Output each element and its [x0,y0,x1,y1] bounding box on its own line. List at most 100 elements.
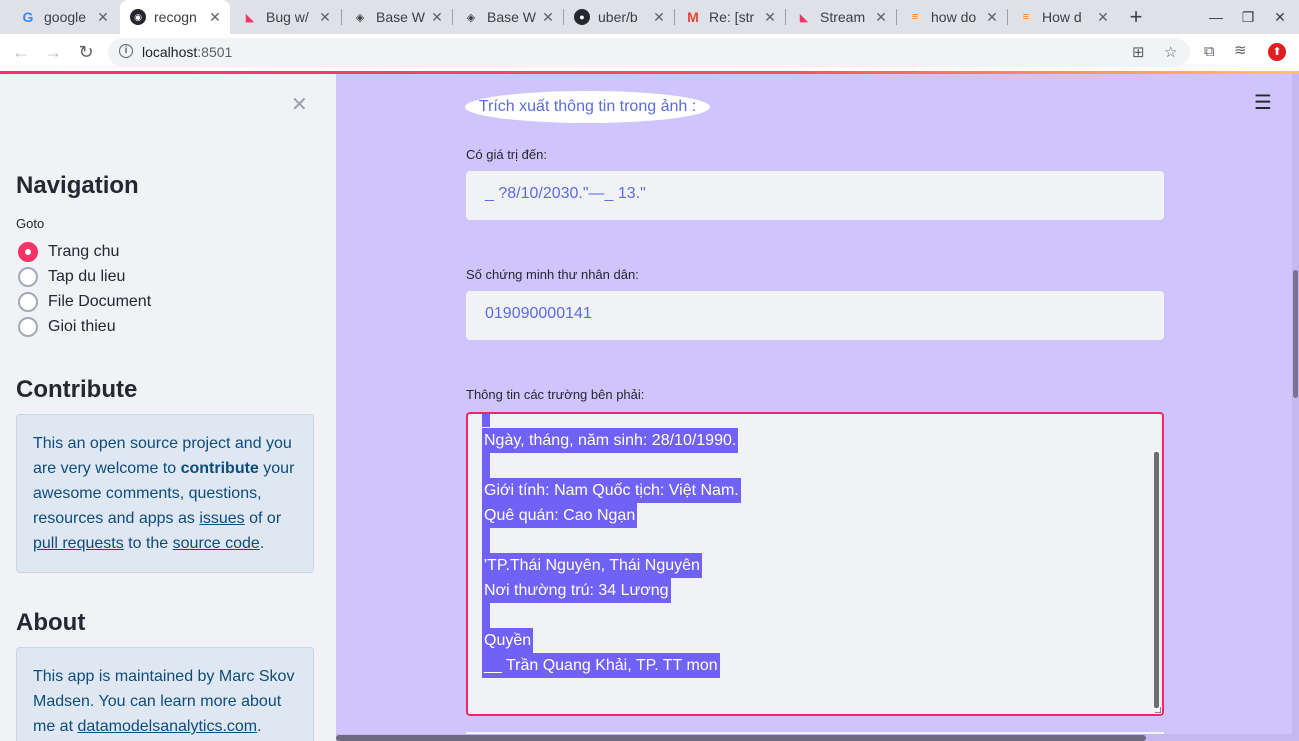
close-icon[interactable]: ✕ [316,9,334,26]
expiry-label: Có giá trị đến: [466,147,547,162]
diamond-icon: ◈ [355,11,365,24]
tab-recogn[interactable]: ◉ recogn ✕ [120,0,230,34]
vertical-scrollbar-track [1292,74,1299,741]
expiry-field[interactable]: _ ?8/10/2030."—_ 13." [466,171,1164,220]
tab-label: Base W [487,9,537,25]
bookmark-star-icon[interactable]: ☆ [1164,43,1177,61]
radio-button[interactable] [18,317,38,337]
google-icon: G [22,9,34,25]
tab-label: how do [931,9,977,25]
header-pill: Trích xuất thông tin trong ảnh : [465,91,710,123]
browser-toolbar: ← → ↻ i localhost:8501 ⊞ ☆ ⧉ ≋ ⬆ [0,34,1299,71]
stackoverflow-icon: ≡ [911,11,919,23]
fields-textarea[interactable]: Ngày, tháng, năm sinh: 28/10/1990. Giới … [466,412,1164,716]
tab-google[interactable]: G google ✕ [10,0,118,34]
extensions-puzzle-icon[interactable]: ⧉ [1204,43,1215,60]
contribute-info-box: This an open source project and you are … [16,414,314,573]
website-link[interactable]: datamodelsanalytics.com [77,718,257,735]
gmail-icon: M [687,9,699,25]
browser-tab-strip: G google ✕ ◉ recogn ✕ ◣ Bug w/ ✕ ◈ Base … [0,0,1299,34]
close-icon[interactable]: ✕ [428,9,446,26]
radio-tap-du-lieu[interactable]: Tap du lieu [18,267,125,287]
issues-link[interactable]: issues [199,510,244,527]
tab-how-do[interactable]: ≡ how do ✕ [897,0,1007,34]
textarea-line: Giới tính: Nam Quốc tịch: Việt Nam. [482,478,741,503]
radio-button[interactable] [18,292,38,312]
about-heading: About [16,609,86,636]
close-sidebar-icon[interactable]: ✕ [291,92,308,117]
radio-label: Trang chu [48,243,120,260]
close-icon[interactable]: ✕ [1094,9,1112,26]
address-bar[interactable]: i localhost:8501 ⊞ ☆ [108,38,1190,67]
fields-label: Thông tin các trường bên phải: [466,387,645,402]
radio-label: Gioi thieu [48,318,116,335]
source-code-link[interactable]: source code [173,535,260,552]
textarea-line: Nơi thường trú: 34 Lương [482,578,671,603]
textarea-scrollbar[interactable] [1154,452,1159,708]
radio-button[interactable] [18,242,38,262]
tab-label: Bug w/ [266,9,309,25]
back-button[interactable]: ← [8,39,34,65]
close-icon[interactable]: ✕ [650,9,668,26]
hamburger-menu-icon[interactable]: ☰ [1254,90,1272,115]
minimize-button[interactable]: — [1199,5,1233,29]
close-icon[interactable]: ✕ [761,9,779,26]
contribute-bold: contribute [180,460,259,477]
main-content: ☰ Trích xuất thông tin trong ảnh : Có gi… [336,74,1299,741]
radio-button[interactable] [18,267,38,287]
radio-label: Tap du lieu [48,268,126,285]
textarea-line: Ngày, tháng, năm sinh: 28/10/1990. [482,428,739,453]
tab-label: Base W [376,9,426,25]
textarea-line: 'TP.Thái Nguyên, Thái Nguyên [482,553,702,578]
tab-how-d[interactable]: ≡ How d ✕ [1008,0,1118,34]
stackoverflow-icon: ≡ [1022,11,1030,23]
new-tab-button[interactable]: + [1124,3,1148,31]
tab-label: uber/b [598,9,638,25]
profile-update-icon[interactable]: ⬆ [1268,43,1286,61]
goto-label: Goto [16,216,45,231]
translate-icon[interactable]: ⊞ [1132,43,1145,61]
tab-uber[interactable]: ● uber/b ✕ [564,0,674,34]
radio-trang-chu[interactable]: Trang chu [18,242,119,262]
close-icon[interactable]: ✕ [94,9,112,26]
textarea-line: __ Trần Quang Khải, TP. TT mon [482,653,720,678]
tab-gmail[interactable]: M Re: [str ✕ [675,0,785,34]
tab-label: Stream [820,9,866,25]
reload-button[interactable]: ↻ [73,39,99,65]
close-icon[interactable]: ✕ [983,9,1001,26]
id-number-field[interactable]: 019090000141 [466,291,1164,340]
id-number-label: Số chứng minh thư nhân dân: [466,267,639,282]
resize-handle[interactable] [1155,707,1161,713]
extension-icon[interactable]: ≋ [1234,41,1247,59]
tab-base-w-1[interactable]: ◈ Base W ✕ [342,0,452,34]
textarea-line: Quê quán: Cao Ngạn [482,503,638,528]
contribute-heading: Contribute [16,376,138,403]
about-info-box: This app is maintained by Marc Skov Mads… [16,647,314,741]
github-icon: ● [574,9,590,25]
forward-button[interactable]: → [40,39,66,65]
tab-bug[interactable]: ◣ Bug w/ ✕ [232,0,340,34]
radio-gioi-thieu[interactable]: Gioi thieu [18,317,116,337]
tab-base-w-2[interactable]: ◈ Base W ✕ [453,0,563,34]
streamlit-icon: ◣ [245,11,255,24]
pull-requests-link[interactable]: pull requests [33,535,124,552]
diamond-icon: ◈ [466,11,476,24]
tab-label: Re: [str [709,9,755,25]
tab-stream[interactable]: ◣ Stream ✕ [786,0,896,34]
vertical-scrollbar[interactable] [1293,270,1298,398]
tab-label: google [44,9,87,25]
textarea-line: Quyền [482,628,534,653]
horizontal-scrollbar[interactable] [336,735,1146,741]
close-icon[interactable]: ✕ [206,9,224,26]
radio-label: File Document [48,293,152,310]
close-icon[interactable]: ✕ [872,9,890,26]
info-icon[interactable]: i [119,44,133,58]
radio-file-document[interactable]: File Document [18,292,151,312]
close-window-button[interactable]: ✕ [1263,5,1297,29]
tab-label: recogn [154,9,197,25]
url-text: localhost:8501 [142,44,233,60]
restore-button[interactable]: ❐ [1231,5,1265,29]
close-icon[interactable]: ✕ [539,9,557,26]
tab-label: How d [1042,9,1082,25]
sidebar: ✕ Navigation Goto Trang chu Tap du lieu … [0,74,336,741]
